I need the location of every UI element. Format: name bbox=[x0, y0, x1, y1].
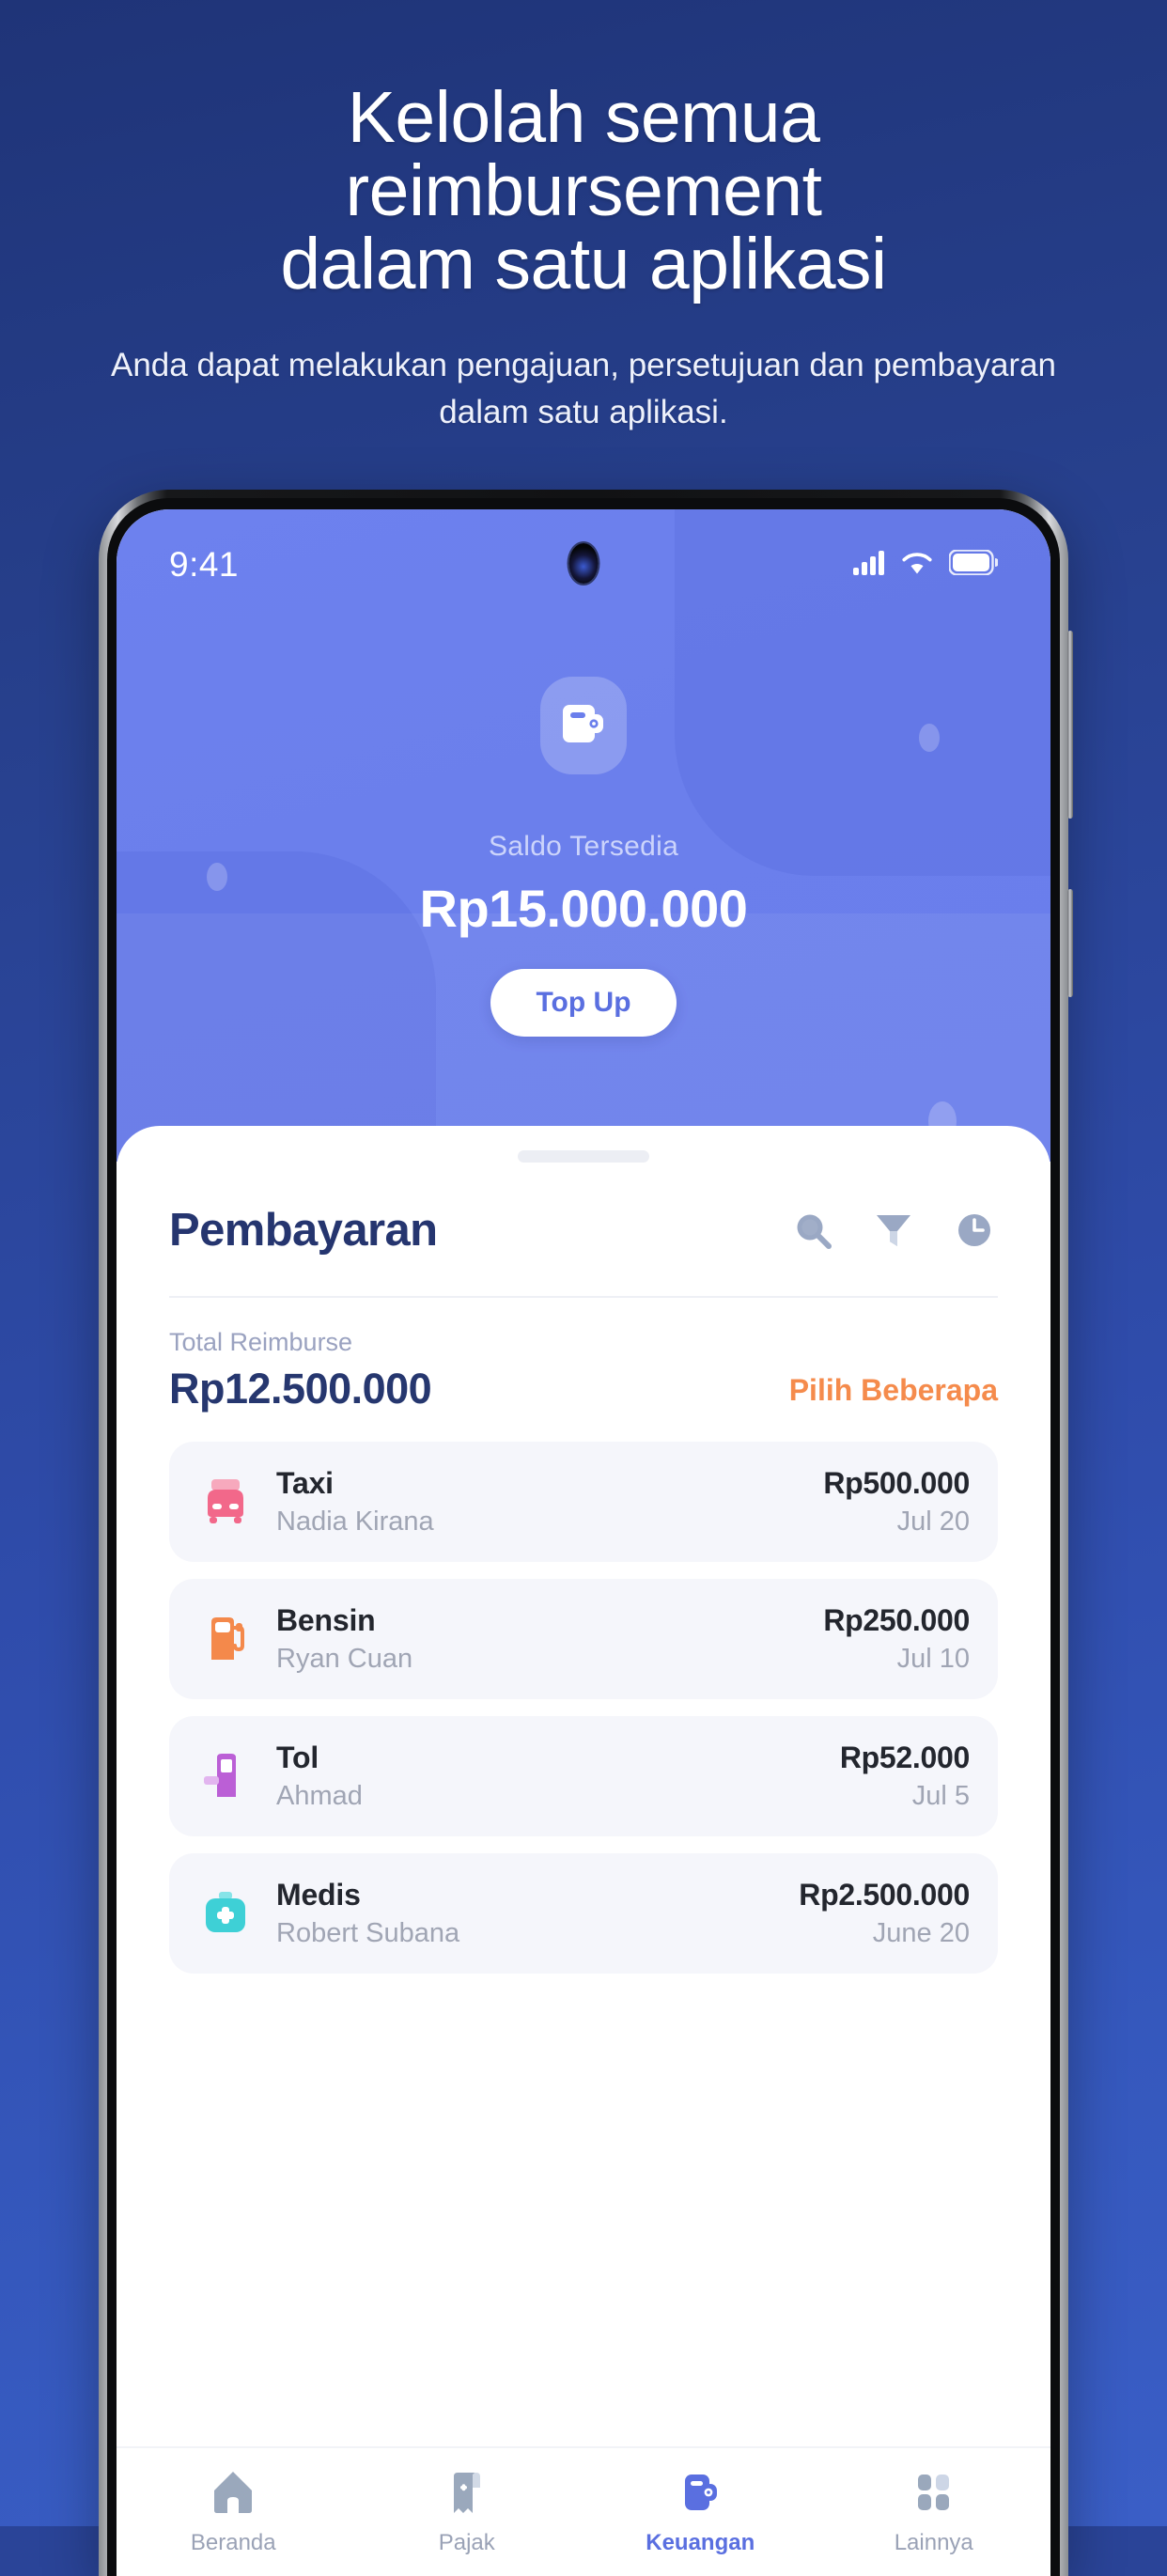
balance-label: Saldo Tersedia bbox=[488, 831, 679, 862]
table-row[interactable]: Taxi Nadia Kirana Rp500.000 Jul 20 bbox=[169, 1442, 998, 1562]
sheet-title: Pembayaran bbox=[169, 1205, 438, 1256]
total-block: Total Reimburse Rp12.500.000 bbox=[169, 1328, 432, 1413]
wallet-icon bbox=[560, 701, 607, 751]
status-time: 9:41 bbox=[169, 545, 240, 584]
transaction-category: Bensin bbox=[276, 1603, 376, 1637]
receipt-add-icon bbox=[443, 2469, 490, 2519]
medical-kit-icon bbox=[197, 1889, 256, 1938]
transaction-amount: Rp500.000 bbox=[823, 1466, 970, 1500]
page-subtitle: Anda dapat melakukan pengajuan, persetuj… bbox=[110, 347, 1057, 430]
transaction-amount: Rp2.500.000 bbox=[799, 1878, 970, 1912]
reimburse-summary: Total Reimburse Rp12.500.000 Pilih Beber… bbox=[117, 1298, 1050, 1413]
transaction-info: Bensin Ryan Cuan bbox=[256, 1603, 823, 1675]
transaction-date: Jul 5 bbox=[911, 1781, 970, 1811]
promo-hero: Kelolah semua reimbursement dalam satu a… bbox=[0, 81, 1167, 436]
cellular-signal-icon bbox=[853, 550, 885, 580]
wifi-icon bbox=[901, 551, 933, 580]
page-title: Kelolah semua reimbursement dalam satu a… bbox=[280, 77, 887, 304]
wallet-header: 9:41 Saldo Tersedia Rp15.000.000 Top Up bbox=[117, 509, 1050, 1162]
decorative-band bbox=[117, 913, 1050, 1162]
table-row[interactable]: Tol Ahmad Rp52.000 Jul 5 bbox=[169, 1716, 998, 1836]
transaction-category: Medis bbox=[276, 1878, 361, 1912]
transaction-date: June 20 bbox=[872, 1918, 970, 1948]
history-clock-icon[interactable] bbox=[951, 1207, 998, 1254]
decorative-dot bbox=[919, 724, 940, 752]
balance-amount: Rp15.000.000 bbox=[419, 879, 748, 938]
home-icon bbox=[210, 2469, 257, 2519]
transaction-amount: Rp52.000 bbox=[839, 1741, 970, 1774]
transaction-meta: Rp500.000 Jul 20 bbox=[823, 1466, 970, 1538]
transaction-info: Tol Ahmad bbox=[256, 1741, 840, 1812]
select-multiple-button[interactable]: Pilih Beberapa bbox=[789, 1373, 998, 1413]
phone-bezel: 9:41 Saldo Tersedia Rp15.000.000 Top Up … bbox=[107, 498, 1060, 2576]
phone-mockup: 9:41 Saldo Tersedia Rp15.000.000 Top Up … bbox=[99, 490, 1073, 2576]
transaction-category: Tol bbox=[276, 1741, 319, 1774]
total-reimburse-amount: Rp12.500.000 bbox=[169, 1365, 432, 1413]
grid-menu-icon bbox=[910, 2469, 957, 2519]
nav-label: Lainnya bbox=[894, 2530, 973, 2555]
payments-sheet: Pembayaran Total Reimburse Rp12.500.000 … bbox=[117, 1126, 1050, 2576]
filter-icon[interactable] bbox=[870, 1207, 917, 1254]
volume-button[interactable] bbox=[1067, 631, 1073, 819]
nav-label: Pajak bbox=[438, 2530, 495, 2555]
power-button[interactable] bbox=[1067, 889, 1073, 997]
wallet-badge bbox=[540, 677, 627, 774]
battery-full-icon bbox=[948, 549, 1000, 580]
transaction-person: Nadia Kirana bbox=[276, 1507, 434, 1537]
transaction-date: Jul 10 bbox=[896, 1644, 970, 1674]
transaction-person: Ahmad bbox=[276, 1781, 363, 1811]
taxi-icon bbox=[197, 1477, 256, 1526]
front-camera-punch-hole bbox=[568, 543, 599, 584]
top-up-button[interactable]: Top Up bbox=[490, 969, 677, 1037]
total-reimburse-label: Total Reimburse bbox=[169, 1328, 353, 1356]
transaction-person: Robert Subana bbox=[276, 1918, 460, 1948]
nav-item-keuangan[interactable]: Keuangan bbox=[584, 2469, 817, 2556]
phone-screen: 9:41 Saldo Tersedia Rp15.000.000 Top Up … bbox=[117, 509, 1050, 2576]
transaction-meta: Rp2.500.000 June 20 bbox=[799, 1878, 970, 1949]
transaction-list: Taxi Nadia Kirana Rp500.000 Jul 20 Bensi… bbox=[117, 1413, 1050, 1974]
transaction-meta: Rp52.000 Jul 5 bbox=[840, 1741, 970, 1812]
nav-label: Keuangan bbox=[646, 2530, 755, 2555]
transaction-info: Taxi Nadia Kirana bbox=[256, 1466, 823, 1538]
transaction-meta: Rp250.000 Jul 10 bbox=[823, 1603, 970, 1675]
table-row[interactable]: Medis Robert Subana Rp2.500.000 June 20 bbox=[169, 1853, 998, 1974]
table-row[interactable]: Bensin Ryan Cuan Rp250.000 Jul 10 bbox=[169, 1579, 998, 1699]
sheet-drag-handle[interactable] bbox=[518, 1150, 649, 1163]
toll-booth-icon bbox=[197, 1752, 256, 1801]
nav-label: Beranda bbox=[190, 2530, 276, 2555]
nav-item-lainnya[interactable]: Lainnya bbox=[817, 2469, 1051, 2556]
sheet-actions bbox=[789, 1207, 998, 1254]
wallet-icon bbox=[677, 2469, 724, 2519]
transaction-person: Ryan Cuan bbox=[276, 1644, 413, 1674]
transaction-info: Medis Robert Subana bbox=[256, 1878, 799, 1949]
sheet-header: Pembayaran bbox=[117, 1163, 1050, 1257]
status-icons bbox=[853, 549, 1000, 580]
bottom-navigation: Beranda Pajak Keuangan Lainnya bbox=[117, 2446, 1050, 2576]
fuel-pump-icon bbox=[197, 1615, 256, 1663]
transaction-category: Taxi bbox=[276, 1466, 334, 1500]
search-icon[interactable] bbox=[789, 1207, 836, 1254]
nav-item-beranda[interactable]: Beranda bbox=[117, 2469, 350, 2556]
transaction-amount: Rp250.000 bbox=[823, 1603, 970, 1637]
transaction-date: Jul 20 bbox=[896, 1507, 970, 1537]
nav-item-pajak[interactable]: Pajak bbox=[350, 2469, 584, 2556]
